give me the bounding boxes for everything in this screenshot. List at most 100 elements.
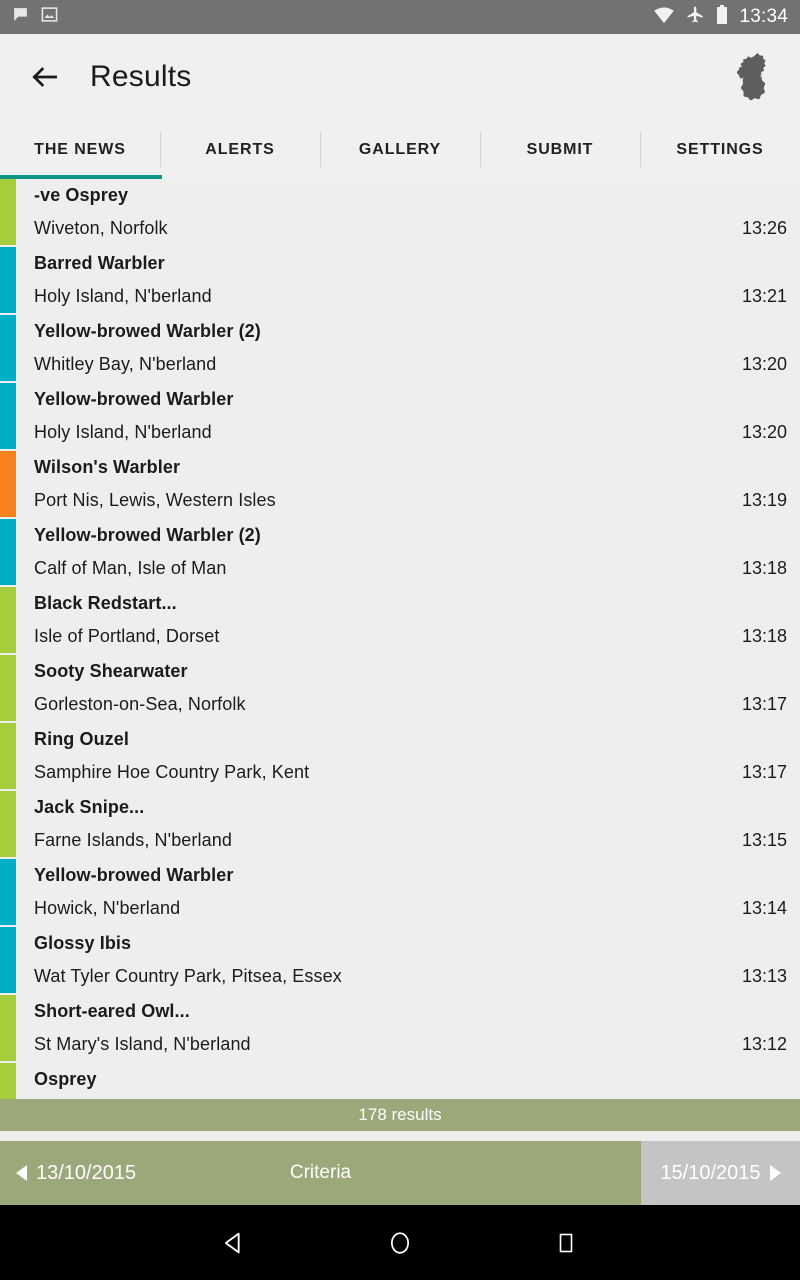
sighting-location: Wat Tyler Country Park, Pitsea, Essex — [34, 966, 342, 986]
sighting-content: Yellow-browed Warbler Holy Island, N'berl… — [34, 383, 800, 451]
sighting-location: Calf of Man, Isle of Man — [34, 558, 227, 578]
sighting-location: Isle of Portland, Dorset — [34, 626, 220, 646]
sighting-time: 13:18 — [741, 626, 787, 646]
sighting-content: Osprey — [34, 1063, 800, 1099]
sighting-time: 13:12 — [741, 1034, 787, 1054]
sighting-location: Whitley Bay, N'berland — [34, 354, 217, 374]
sighting-category-color-bar — [0, 859, 16, 925]
sighting-location: Samphire Hoe Country Park, Kent — [34, 762, 310, 782]
wifi-icon — [653, 6, 675, 29]
sighting-row[interactable]: Ring Ouzel Samphire Hoe Country Park, Ken… — [0, 723, 800, 791]
sighting-row[interactable]: Black Redstart... Isle of Portland, Dorse… — [0, 587, 800, 655]
sighting-content: Short-eared Owl... St Mary's Island, N'be… — [34, 995, 800, 1063]
sighting-row[interactable]: Osprey — [0, 1063, 800, 1099]
tab-label: GALLERY — [358, 140, 442, 158]
sighting-location: Wiveton, Norfolk — [34, 218, 168, 238]
sighting-location: Port Nis, Lewis, Western Isles — [34, 490, 276, 510]
sighting-species-name: Barred Warbler — [34, 253, 165, 273]
sighting-content: Barred Warbler Holy Island, N'berland 13:2… — [34, 247, 800, 315]
sighting-row[interactable]: Yellow-browed Warbler Howick, N'berland 13… — [0, 859, 800, 927]
status-bar-right-icons: 13:34 — [653, 4, 788, 30]
sighting-row[interactable]: Yellow-browed Warbler (2) Calf of Man, Is… — [0, 519, 800, 587]
sighting-row[interactable]: Yellow-browed Warbler (2) Whitley Bay, N'… — [0, 315, 800, 383]
tab-settings[interactable]: SETTINGS — [640, 120, 800, 179]
sighting-content: Black Redstart... Isle of Portland, Dorse… — [34, 587, 800, 655]
sighting-category-color-bar — [0, 383, 16, 449]
back-button[interactable] — [22, 54, 68, 100]
sighting-species-name: Black Redstart... — [34, 593, 177, 613]
sighting-category-color-bar — [0, 247, 16, 313]
sighting-location: Holy Island, N'berland — [34, 422, 212, 442]
chat-bubble-icon — [12, 6, 29, 28]
screenshot-image-icon — [41, 6, 58, 28]
sighting-species-name: Sooty Shearwater — [34, 661, 188, 681]
status-bar-clock: 13:34 — [739, 6, 788, 27]
sighting-time: 13:19 — [741, 490, 787, 510]
sighting-category-color-bar — [0, 315, 16, 381]
sighting-content: Wilson's Warbler Port Nis, Lewis, Western… — [34, 451, 800, 519]
sighting-row[interactable]: Wilson's Warbler Port Nis, Lewis, Western… — [0, 451, 800, 519]
sighting-category-color-bar — [0, 1063, 16, 1099]
chevron-right-icon — [769, 1165, 781, 1181]
tab-alerts[interactable]: ALERTS — [160, 120, 320, 179]
results-count-label: 178 results — [358, 1105, 442, 1124]
sighting-content: Yellow-browed Warbler (2) Calf of Man, Is… — [34, 519, 800, 587]
criteria-button[interactable]: Criteria — [0, 1162, 641, 1184]
sighting-species-name: Short-eared Owl... — [34, 1001, 190, 1021]
tab-the-news[interactable]: THE NEWS — [0, 120, 160, 179]
sighting-species-name: Jack Snipe... — [34, 797, 145, 817]
sighting-category-color-bar — [0, 587, 16, 653]
sighting-species-name: Yellow-browed Warbler — [34, 865, 234, 885]
sighting-time: 13:17 — [741, 762, 787, 782]
system-back-button[interactable] — [211, 1220, 257, 1266]
sighting-species-name: Yellow-browed Warbler (2) — [34, 321, 261, 341]
sighting-species-name: Yellow-browed Warbler — [34, 389, 234, 409]
sighting-row[interactable]: -ve Osprey Wiveton, Norfolk 13:26 — [0, 179, 800, 247]
sighting-content: Yellow-browed Warbler (2) Whitley Bay, N'… — [34, 315, 800, 383]
system-recents-button[interactable] — [543, 1220, 589, 1266]
sighting-location: St Mary's Island, N'berland — [34, 1034, 251, 1054]
sighting-time: 13:20 — [741, 354, 787, 374]
sighting-content: Glossy Ibis Wat Tyler Country Park, Pitse… — [34, 927, 800, 995]
sighting-species-name: Wilson's Warbler — [34, 457, 181, 477]
tab-label: SETTINGS — [676, 140, 764, 158]
sighting-category-color-bar — [0, 179, 16, 245]
sighting-content: Jack Snipe... Farne Islands, N'berland 13:… — [34, 791, 800, 859]
sighting-row[interactable]: Yellow-browed Warbler Holy Island, N'berl… — [0, 383, 800, 451]
sighting-content: Sooty Shearwater Gorleston-on-Sea, Norfol… — [34, 655, 800, 723]
sighting-location: Holy Island, N'berland — [34, 286, 212, 306]
sighting-row[interactable]: Glossy Ibis Wat Tyler Country Park, Pitse… — [0, 927, 800, 995]
sighting-category-color-bar — [0, 791, 16, 857]
sightings-list[interactable]: -ve Osprey Wiveton, Norfolk 13:26 Barred Wa… — [0, 179, 800, 1099]
sighting-time: 13:20 — [741, 422, 787, 442]
sighting-species-name: Glossy Ibis — [34, 933, 132, 953]
battery-icon — [716, 4, 728, 30]
airplane-mode-icon — [686, 5, 705, 29]
sighting-category-color-bar — [0, 451, 16, 517]
system-home-button[interactable] — [377, 1220, 423, 1266]
sighting-time: 13:26 — [741, 218, 787, 238]
tab-submit[interactable]: SUBMIT — [480, 120, 640, 179]
sighting-row[interactable]: Barred Warbler Holy Island, N'berland 13:2… — [0, 247, 800, 315]
sighting-category-color-bar — [0, 519, 16, 585]
sighting-time: 13:18 — [741, 558, 787, 578]
tab-gallery[interactable]: GALLERY — [320, 120, 480, 179]
app-bar: Results — [0, 34, 800, 120]
sighting-location: Howick, N'berland — [34, 898, 181, 918]
sighting-row[interactable]: Short-eared Owl... St Mary's Island, N'be… — [0, 995, 800, 1063]
tab-label: ALERTS — [205, 140, 275, 158]
sighting-species-name: Yellow-browed Warbler (2) — [34, 525, 261, 545]
status-bar-left-icons — [12, 6, 58, 28]
uk-ireland-map-icon[interactable] — [728, 50, 778, 104]
sighting-species-name: Osprey — [34, 1069, 97, 1089]
sighting-time: 13:15 — [741, 830, 787, 850]
next-date-button[interactable]: 15/10/2015 — [641, 1141, 800, 1205]
sighting-category-color-bar — [0, 723, 16, 789]
sighting-content: -ve Osprey Wiveton, Norfolk 13:26 — [34, 179, 800, 247]
sighting-row[interactable]: Sooty Shearwater Gorleston-on-Sea, Norfol… — [0, 655, 800, 723]
sighting-row[interactable]: Jack Snipe... Farne Islands, N'berland 13:… — [0, 791, 800, 859]
sighting-species-name: -ve Osprey — [34, 185, 129, 205]
sighting-time: 13:21 — [741, 286, 787, 306]
date-navigation-bar: 13/10/2015 Criteria 15/10/2015 — [0, 1141, 800, 1205]
results-count-bar: 178 results — [0, 1099, 800, 1131]
